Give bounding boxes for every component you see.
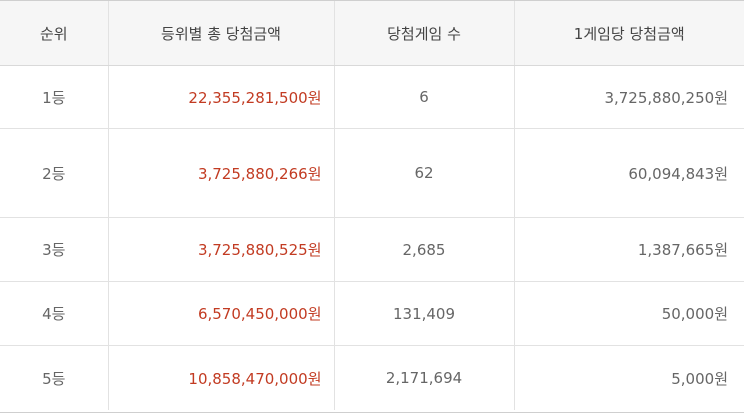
amount-per-game-cell: 5,000원 — [671, 369, 728, 388]
header-total-amount: 등위별 총 당첨금액 — [108, 1, 335, 66]
total-amount-cell: 3,725,880,266원 — [108, 128, 335, 218]
total-amount-cell: 6,570,450,000원 — [108, 281, 335, 346]
amount-per-game-cell: 3,725,880,250원 — [514, 65, 744, 129]
amount-per-game-cell: 50,000원 — [514, 281, 744, 346]
prize-table-container: 순위 등위별 총 당첨금액 당첨게임 수 1게임당 당첨금액 1등 22,355… — [0, 0, 744, 413]
table-row: 2등 3,725,880,266원 62 60,094,843원 — [0, 128, 744, 218]
rank-cell: 2등 — [0, 128, 109, 218]
header-winning-games: 당첨게임 수 — [334, 1, 515, 66]
winning-games-cell: 2,171,694 — [334, 345, 515, 410]
prize-table: 순위 등위별 총 당첨금액 당첨게임 수 1게임당 당첨금액 1등 22,355… — [0, 1, 744, 410]
header-amount-per-game: 1게임당 당첨금액 — [514, 1, 744, 66]
table-header-row: 순위 등위별 총 당첨금액 당첨게임 수 1게임당 당첨금액 — [0, 1, 744, 66]
rank-cell: 1등 — [0, 65, 109, 129]
table-row: 3등 3,725,880,525원 2,685 1,387,665원 — [0, 217, 744, 282]
rank-cell: 4등 — [0, 281, 109, 346]
total-amount-cell: 3,725,880,525원 — [108, 217, 335, 282]
winning-games-cell: 2,685 — [334, 217, 515, 282]
table-row: 5등 10,858,470,000원 2,171,694 5,000원 — [0, 345, 744, 410]
amount-per-game-cell: 60,094,843원 — [514, 128, 744, 218]
table-row: 1등 22,355,281,500원 6 3,725,880,250원 — [0, 65, 744, 129]
header-rank: 순위 — [0, 1, 109, 66]
winning-games-cell: 131,409 — [334, 281, 515, 346]
total-amount-cell: 22,355,281,500원 — [108, 65, 335, 129]
rank-cell: 3등 — [0, 217, 109, 282]
table-row: 4등 6,570,450,000원 131,409 50,000원 — [0, 281, 744, 346]
winning-games-cell: 6 — [334, 65, 515, 129]
total-amount-cell: 10,858,470,000원 — [108, 345, 335, 410]
rank-cell: 5등 — [0, 345, 109, 410]
winning-games-cell: 62 — [334, 128, 515, 218]
amount-per-game-cell: 1,387,665원 — [514, 217, 744, 282]
